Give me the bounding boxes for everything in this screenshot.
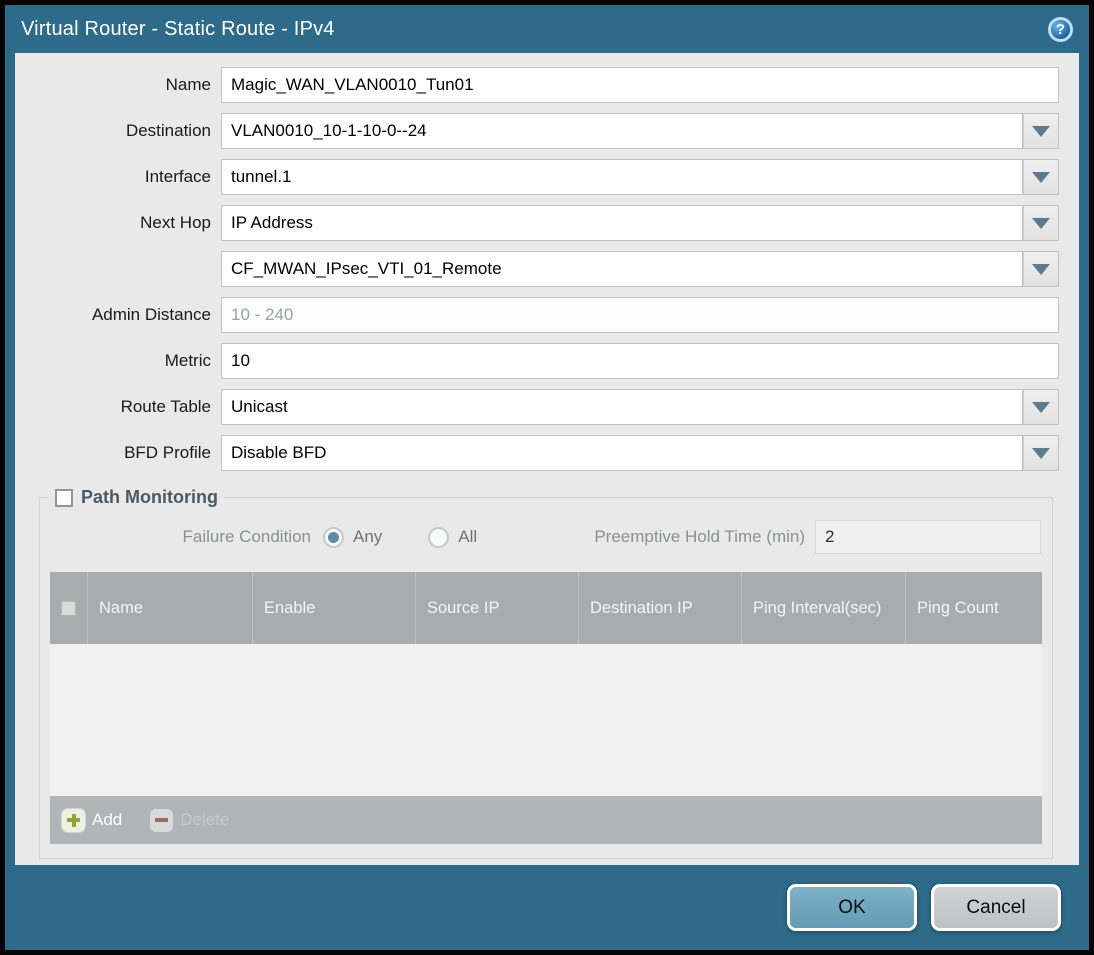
path-monitoring-checkbox[interactable]: [55, 488, 73, 507]
name-row: Name: [15, 67, 1059, 103]
dialog-footer: OK Cancel: [5, 865, 1089, 950]
dialog-title: Virtual Router - Static Route - IPv4: [21, 17, 335, 40]
column-header-enable[interactable]: Enable: [253, 572, 416, 644]
failure-condition-option-any-label: Any: [353, 527, 383, 546]
add-button[interactable]: Add: [62, 808, 123, 832]
static-route-dialog: Virtual Router - Static Route - IPv4 ? N…: [5, 5, 1089, 950]
admin-distance-input[interactable]: [221, 297, 1059, 333]
table-actions-bar: Add Delete: [50, 796, 1042, 844]
failure-condition-row: Failure Condition Any All Preemptive Hol…: [51, 518, 1041, 556]
screen: Virtual Router - Static Route - IPv4 ? N…: [0, 0, 1094, 955]
route-table-input[interactable]: [221, 389, 1023, 425]
next-hop-row: Next Hop: [15, 205, 1059, 241]
metric-row: Metric: [15, 343, 1059, 379]
preemptive-hold-time-label: Preemptive Hold Time (min): [594, 527, 805, 546]
route-table-dropdown-button[interactable]: [1023, 389, 1059, 425]
column-header-destination-ip[interactable]: Destination IP: [579, 572, 742, 644]
column-header-name[interactable]: Name: [88, 572, 253, 644]
minus-icon: [150, 808, 174, 832]
column-header-ping-count[interactable]: Ping Count: [906, 572, 1042, 644]
help-icon[interactable]: ?: [1048, 16, 1073, 42]
bfd-profile-label: BFD Profile: [124, 443, 211, 462]
interface-label: Interface: [144, 167, 211, 186]
next-hop-address-row: [15, 251, 1059, 287]
next-hop-address-label: [15, 251, 221, 287]
route-table-row: Route Table: [15, 389, 1059, 425]
next-hop-address-dropdown-button[interactable]: [1023, 251, 1059, 287]
chevron-down-icon: [1032, 263, 1050, 275]
chevron-down-icon: [1032, 217, 1050, 229]
select-all-checkbox[interactable]: [61, 600, 76, 616]
cancel-button[interactable]: Cancel: [931, 884, 1061, 931]
column-header-ping-interval[interactable]: Ping Interval(sec): [742, 572, 906, 644]
select-all-checkbox-cell: [50, 572, 88, 644]
add-button-label: Add: [92, 810, 123, 829]
path-monitoring-title: Path Monitoring: [81, 487, 218, 507]
dialog-content: Name Destination Interface: [15, 53, 1079, 865]
destination-input[interactable]: [221, 113, 1023, 149]
ok-button[interactable]: OK: [787, 884, 917, 931]
admin-distance-label: Admin Distance: [91, 305, 211, 324]
next-hop-label: Next Hop: [140, 213, 211, 232]
metric-input[interactable]: [221, 343, 1059, 379]
destination-row: Destination: [15, 113, 1059, 149]
next-hop-address-input[interactable]: [221, 251, 1023, 287]
chevron-down-icon: [1032, 171, 1050, 183]
delete-button-label: Delete: [180, 810, 230, 829]
failure-condition-radio-all[interactable]: [428, 526, 450, 548]
next-hop-type-input[interactable]: [221, 205, 1023, 241]
metric-label: Metric: [164, 351, 211, 370]
route-table-label: Route Table: [120, 397, 211, 416]
column-header-source-ip[interactable]: Source IP: [416, 572, 579, 644]
failure-condition-label: Failure Condition: [182, 527, 311, 546]
chevron-down-icon: [1032, 447, 1050, 459]
path-monitoring-legend: Path Monitoring: [49, 487, 224, 508]
failure-condition-option-all-label: All: [458, 527, 478, 546]
interface-input[interactable]: [221, 159, 1023, 195]
table-body-empty: [50, 644, 1042, 796]
interface-row: Interface: [15, 159, 1059, 195]
path-monitoring-table: Name Enable Source IP Destination IP Pin…: [50, 572, 1042, 844]
failure-condition-radio-any[interactable]: [323, 526, 344, 548]
name-label: Name: [165, 75, 211, 94]
destination-label: Destination: [125, 121, 211, 140]
chevron-down-icon: [1032, 125, 1050, 137]
bfd-profile-dropdown-button[interactable]: [1023, 435, 1059, 471]
plus-icon: [62, 808, 85, 832]
destination-dropdown-button[interactable]: [1023, 113, 1059, 149]
name-input[interactable]: [221, 67, 1059, 103]
next-hop-type-dropdown-button[interactable]: [1023, 205, 1059, 241]
path-monitoring-section: Path Monitoring Failure Condition Any Al…: [39, 487, 1053, 859]
bfd-profile-input[interactable]: [221, 435, 1023, 471]
interface-dropdown-button[interactable]: [1023, 159, 1059, 195]
table-header-row: Name Enable Source IP Destination IP Pin…: [50, 572, 1042, 644]
chevron-down-icon: [1032, 401, 1050, 413]
admin-distance-row: Admin Distance: [15, 297, 1059, 333]
delete-button[interactable]: Delete: [150, 808, 230, 832]
bfd-profile-row: BFD Profile: [15, 435, 1059, 471]
dialog-titlebar: Virtual Router - Static Route - IPv4 ?: [5, 5, 1089, 53]
preemptive-hold-time-input[interactable]: [815, 520, 1041, 554]
